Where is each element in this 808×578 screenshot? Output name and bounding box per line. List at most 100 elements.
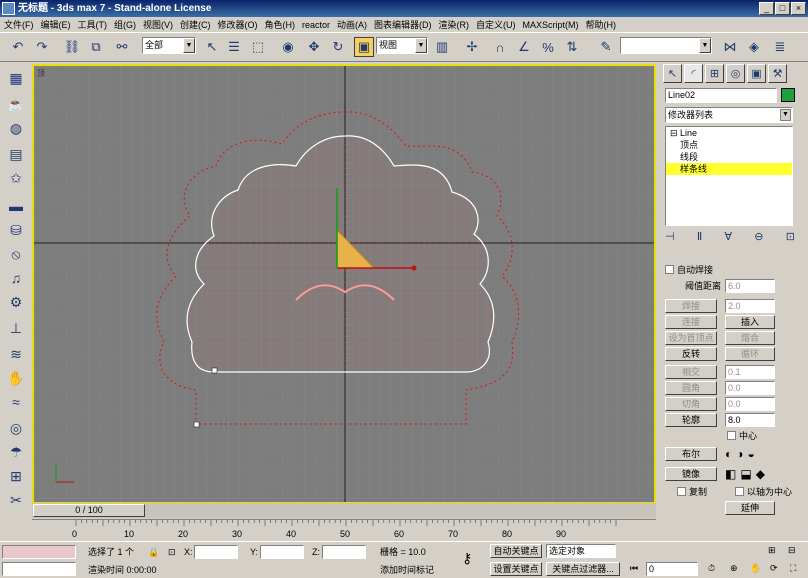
render-icon[interactable]: ☂ [5, 442, 27, 462]
modify-tab-icon[interactable]: ◜ [684, 64, 703, 83]
time-config-icon[interactable]: ⏱ [708, 562, 715, 574]
weld-button[interactable]: 焊接 [665, 298, 717, 313]
minimize-button[interactable]: _ [759, 2, 774, 15]
chamfer-spinner[interactable]: 0.0 [725, 396, 775, 411]
restore-button[interactable]: □ [775, 2, 790, 15]
zoom-all-icon[interactable]: ⊞ [768, 544, 776, 556]
redo-icon[interactable]: ↷ [32, 37, 52, 57]
light-icon[interactable]: ♫ [5, 268, 27, 288]
wrench-icon[interactable]: ✂ [5, 490, 27, 510]
top-viewport[interactable]: 顶 [32, 64, 656, 504]
lock-selection-icon[interactable]: 🔒 [148, 546, 159, 558]
menu-customize[interactable]: 自定义(U) [476, 18, 516, 31]
maximize-viewport-icon[interactable]: ⛶ [790, 562, 796, 574]
connect-button[interactable]: 连接 [665, 314, 717, 329]
mirror-both-icon[interactable]: ◆ [756, 467, 765, 481]
star-icon[interactable]: ✩ [5, 168, 27, 188]
select-by-name-icon[interactable]: ☰ [224, 37, 244, 57]
torus-icon[interactable]: ◎ [5, 418, 27, 438]
stack-item-vertex[interactable]: 顶点 [666, 139, 792, 151]
orbit-icon[interactable]: ⟳ [770, 562, 778, 574]
teapot-icon[interactable]: ☕ [5, 94, 27, 114]
hierarchy-tab-icon[interactable]: ⊞ [705, 64, 724, 83]
display-tab-icon[interactable]: ▣ [747, 64, 766, 83]
pan-icon[interactable]: ✋ [750, 562, 761, 574]
auto-key-button[interactable]: 自动关键点 [490, 544, 542, 558]
select-scale-icon[interactable]: ▣ [354, 37, 374, 57]
auto-weld-checkbox[interactable] [665, 265, 674, 274]
menu-graph-editors[interactable]: 图表编辑器(D) [374, 18, 432, 31]
boolean-subtract-icon[interactable]: ◑ [736, 447, 743, 461]
angle-snap-icon[interactable]: ∠ [514, 37, 534, 57]
pivot-center-icon[interactable]: ▥ [432, 37, 452, 57]
boolean-button[interactable]: 布尔 [665, 446, 717, 461]
center-checkbox[interactable] [727, 431, 736, 440]
make-first-button[interactable]: 设为首顶点 [665, 330, 717, 345]
reference-coord-dropdown[interactable]: 视图 ▼ [376, 37, 428, 54]
box-icon[interactable]: ▤ [5, 144, 27, 164]
stack-item-segment[interactable]: 线段 [666, 151, 792, 163]
align-icon[interactable]: ◈ [744, 37, 764, 57]
set-key-button[interactable]: 设置关键点 [490, 562, 542, 576]
close-button[interactable]: × [791, 2, 806, 15]
cross-insert-spinner[interactable]: 0.1 [725, 364, 775, 379]
outline-spinner[interactable]: 8.0 [725, 412, 775, 427]
menu-animation[interactable]: 动画(A) [337, 18, 367, 31]
bone-icon[interactable]: ✋ [5, 368, 27, 388]
snaps-toggle-icon[interactable]: ∩ [490, 37, 510, 57]
cylinder-icon[interactable]: ⛁ [5, 220, 27, 240]
boolean-union-icon[interactable]: ◐ [725, 447, 732, 461]
go-to-start-icon[interactable]: ⏮ [630, 562, 638, 574]
wave-icon[interactable]: ≈ [5, 392, 27, 412]
object-color-swatch[interactable] [781, 88, 795, 102]
spinner-snap-icon[interactable]: ⇅ [562, 37, 582, 57]
chamfer-button[interactable]: 切角 [665, 396, 717, 411]
reverse-button[interactable]: 反转 [665, 346, 717, 361]
x-coordinate-field[interactable] [194, 545, 238, 559]
sphere-icon[interactable]: ◍ [5, 118, 27, 138]
outline-button[interactable]: 轮廓 [665, 412, 717, 427]
unlink-icon[interactable]: ⧉ [86, 37, 106, 57]
select-object-icon[interactable]: ↖ [202, 37, 222, 57]
menu-file[interactable]: 文件(F) [4, 18, 34, 31]
mirror-button[interactable]: 镜像 [665, 466, 717, 481]
weld-spinner[interactable]: 2.0 [725, 298, 775, 313]
fillet-spinner[interactable]: 0.0 [725, 380, 775, 395]
menu-help[interactable]: 帮助(H) [586, 18, 617, 31]
gear-icon[interactable]: ⚙ [5, 292, 27, 312]
make-unique-icon[interactable]: ∀ [725, 230, 733, 246]
time-slider[interactable]: 0 / 100 [32, 503, 656, 518]
helper-icon[interactable]: ⊥ [5, 318, 27, 338]
copy-checkbox[interactable] [677, 487, 686, 496]
boolean-intersect-icon[interactable]: ◒ [748, 447, 755, 461]
fillet-button[interactable]: 圆角 [665, 380, 717, 395]
create-tab-icon[interactable]: ↖ [663, 64, 682, 83]
motion-tab-icon[interactable]: ◎ [726, 64, 745, 83]
menu-tools[interactable]: 工具(T) [78, 18, 108, 31]
menu-create[interactable]: 创建(C) [180, 18, 211, 31]
threshold-spinner[interactable]: 6.0 [725, 278, 775, 293]
time-slider-thumb[interactable]: 0 / 100 [33, 504, 145, 517]
named-selection-sets-dropdown[interactable]: ▼ [620, 37, 712, 54]
cycle-button[interactable]: 循环 [725, 346, 775, 361]
layer-manager-icon[interactable]: ≣ [770, 37, 790, 57]
extend-button[interactable]: 延伸 [725, 500, 775, 515]
remove-modifier-icon[interactable]: ⊖ [754, 230, 763, 246]
insert-button[interactable]: 插入 [725, 314, 775, 329]
modifier-list-dropdown[interactable]: 修改器列表 ▼ [665, 107, 793, 123]
spacewarp-icon[interactable]: ≋ [5, 344, 27, 364]
window-crossing-icon[interactable]: ◉ [278, 37, 298, 57]
fuse-button[interactable]: 熔合 [725, 330, 775, 345]
zoom-icon[interactable]: ⊕ [730, 562, 738, 574]
show-end-result-icon[interactable]: Ⅱ [697, 230, 702, 246]
add-time-tag[interactable]: 添加时间标记 [380, 564, 434, 576]
zoom-extents-icon[interactable]: ⊟ [788, 544, 796, 556]
menu-views[interactable]: 视图(V) [143, 18, 173, 31]
menu-reactor[interactable]: reactor [302, 20, 330, 30]
menu-maxscript[interactable]: MAXScript(M) [523, 20, 579, 30]
mirror-vertical-icon[interactable]: ⬓ [740, 467, 751, 481]
utilities-tab-icon[interactable]: ⚒ [768, 64, 787, 83]
y-coordinate-field[interactable] [260, 545, 304, 559]
key-filters-button[interactable]: 关键点过滤器... [546, 562, 620, 576]
absolute-mode-icon[interactable]: ⊡ [168, 546, 176, 558]
